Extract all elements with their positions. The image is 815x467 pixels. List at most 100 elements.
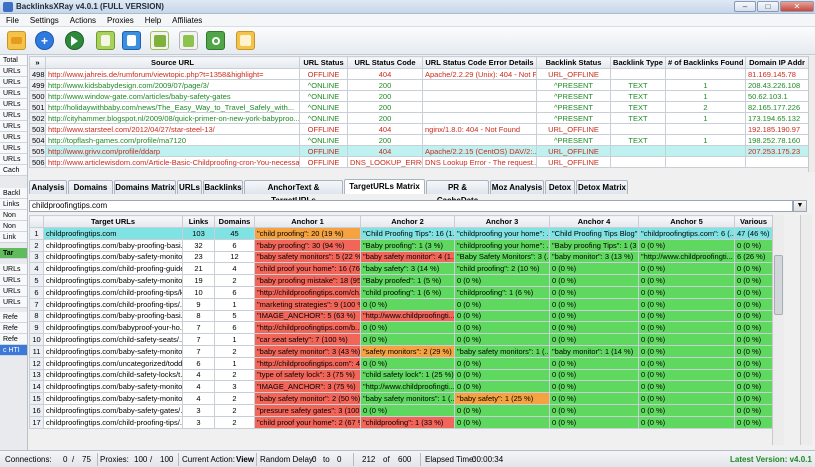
grid-col-header[interactable]: Various <box>734 215 773 228</box>
anchor-2-cell[interactable]: "safety monitors": 2 (29 %) <box>360 344 455 358</box>
menu-actions[interactable]: Actions <box>64 14 101 25</box>
anchor-5-cell[interactable]: 0 (0 %) <box>638 309 735 323</box>
anchor-2-cell[interactable]: "baby safety monitors": 1 (... <box>360 392 455 405</box>
grid-row[interactable]: 13 childproofingtips.com/child-safety-loc… <box>29 368 773 382</box>
tab-domains[interactable]: Domains <box>68 180 113 194</box>
anchor-1-cell[interactable]: "baby safety monitor": 3 (43 %) <box>254 344 361 358</box>
anchor-2-cell[interactable]: 0 (0 %) <box>360 321 455 335</box>
various-cell[interactable]: 47 (46 %) <box>734 227 773 240</box>
anchor-2-cell[interactable]: "Baby proofed": 1 (5 %) <box>360 274 455 287</box>
target-url[interactable]: childproofingtips.com <box>43 227 183 240</box>
various-cell[interactable]: 0 (0 %) <box>734 238 773 252</box>
menu-affiliates[interactable]: Affiliates <box>166 14 207 25</box>
grid-row[interactable]: 2 childproofingtips.com/baby-proofing-bas… <box>29 238 773 252</box>
grid-row[interactable]: 9 childproofingtips.com/babyproof-your-ho… <box>29 321 773 335</box>
various-cell[interactable]: 0 (0 %) <box>734 333 773 346</box>
target-url[interactable]: childproofingtips.com/baby-safety-monito… <box>43 274 183 287</box>
table-row[interactable]: 506 http://www.articlewisdom.com/Article-… <box>29 156 809 168</box>
anchor-4-cell[interactable]: "baby monitor": 3 (13 %) <box>549 250 639 264</box>
various-cell[interactable]: 0 (0 %) <box>734 380 773 394</box>
various-cell[interactable]: 0 (0 %) <box>734 356 773 370</box>
grid-row[interactable]: 6 childproofingtips.com/child-proofing-ti… <box>29 285 773 299</box>
col-header[interactable]: URL Status Code Error Details <box>422 56 537 69</box>
anchor-2-cell[interactable]: "http://www.childproofingti... <box>360 309 455 323</box>
grid-row[interactable]: 4 childproofingtips.com/child-proofing-gu… <box>29 262 773 276</box>
target-url[interactable]: childproofingtips.com/baby-safety-monito… <box>43 344 183 358</box>
anchor-1-cell[interactable]: "child proofing": 20 (19 %) <box>254 227 361 240</box>
document-icon[interactable] <box>236 31 255 50</box>
anchor-2-cell[interactable]: "childproofing": 1 (33 %) <box>360 415 455 429</box>
col-header[interactable]: Backlink Status <box>536 56 611 69</box>
anchor-2-cell[interactable]: "child safety lock": 1 (25 %) <box>360 368 455 382</box>
source-url[interactable]: http://www.grivv.com/profile/ddarp <box>45 145 300 157</box>
anchor-5-cell[interactable]: 0 (0 %) <box>638 321 735 335</box>
anchor-3-cell[interactable]: "Baby Safety Monitors": 3 (... <box>454 250 550 264</box>
anchor-1-cell[interactable]: "pressure safety gates": 3 (100 %) <box>254 403 361 417</box>
anchor-3-cell[interactable]: 0 (0 %) <box>454 297 550 311</box>
anchor-1-cell[interactable]: "baby safety monitor": 2 (50 %) <box>254 392 361 405</box>
anchor-4-cell[interactable]: 0 (0 %) <box>549 403 639 417</box>
search-icon[interactable] <box>206 31 225 50</box>
various-cell[interactable]: 0 (0 %) <box>734 309 773 323</box>
anchor-4-cell[interactable]: 0 (0 %) <box>549 380 639 394</box>
anchor-4-cell[interactable]: 0 (0 %) <box>549 368 639 382</box>
anchor-2-cell[interactable]: "http://www.childproofingti... <box>360 380 455 394</box>
anchor-5-cell[interactable]: "childproofingtips.com": 6 (... <box>638 227 735 240</box>
various-cell[interactable]: 0 (0 %) <box>734 403 773 417</box>
anchor-3-cell[interactable]: 0 (0 %) <box>454 321 550 335</box>
minimize-button[interactable]: – <box>734 1 756 12</box>
anchor-5-cell[interactable]: 0 (0 %) <box>638 368 735 382</box>
grid-row[interactable]: 5 childproofingtips.com/baby-safety-monit… <box>29 274 773 287</box>
various-cell[interactable]: 0 (0 %) <box>734 415 773 429</box>
target-url[interactable]: childproofingtips.com/babyproof-your-ho.… <box>43 321 183 335</box>
source-url[interactable]: http://www.articlewisdom.com/Article-Bas… <box>45 156 300 168</box>
anchor-1-cell[interactable]: "child proof your home": 2 (67 %) <box>254 415 361 429</box>
anchor-3-cell[interactable]: "childproofing your home": ... <box>454 238 550 252</box>
table-row[interactable]: 503 http://www.starsteel.com/2012/04/27/s… <box>29 123 809 135</box>
play-icon[interactable] <box>65 31 84 50</box>
target-url[interactable]: childproofingtips.com/child-proofing-gui… <box>43 262 183 276</box>
target-url[interactable]: childproofingtips.com/baby-safety-monito… <box>43 392 183 405</box>
anchor-3-cell[interactable]: "child proofing": 2 (10 %) <box>454 262 550 276</box>
anchor-1-cell[interactable]: "baby safety monitors": 5 (22 %) <box>254 250 361 264</box>
note-icon[interactable] <box>179 31 198 50</box>
grid-col-header[interactable]: Domains <box>214 215 255 228</box>
col-header[interactable]: Domain IP Addr <box>745 56 809 69</box>
anchor-5-cell[interactable]: 0 (0 %) <box>638 333 735 346</box>
various-cell[interactable]: 0 (0 %) <box>734 274 773 287</box>
grid-col-header[interactable]: Anchor 3 <box>454 215 550 228</box>
col-header[interactable]: Backlink Type <box>610 56 666 69</box>
target-url[interactable]: childproofingtips.com/baby-proofing-basi… <box>43 309 183 323</box>
anchor-4-cell[interactable]: 0 (0 %) <box>549 262 639 276</box>
folder-open-icon[interactable] <box>7 31 26 50</box>
grid-row[interactable]: 3 childproofingtips.com/baby-safety-monit… <box>29 250 773 264</box>
grid-row[interactable]: 12 childproofingtips.com/uncategorized/to… <box>29 356 773 370</box>
anchor-5-cell[interactable]: 0 (0 %) <box>638 262 735 276</box>
col-header[interactable]: URL Status <box>299 56 348 69</box>
anchor-3-cell[interactable]: 0 (0 %) <box>454 403 550 417</box>
various-cell[interactable]: 0 (0 %) <box>734 368 773 382</box>
grid-row[interactable]: 7 childproofingtips.com/child-proofing-ti… <box>29 297 773 311</box>
anchor-1-cell[interactable]: "child proof your home": 16 (76... <box>254 262 361 276</box>
anchor-1-cell[interactable]: "http://childproofingtips.com/ch... <box>254 285 361 299</box>
anchor-5-cell[interactable]: 0 (0 %) <box>638 285 735 299</box>
anchor-1-cell[interactable]: "car seat safety": 7 (100 %) <box>254 333 361 346</box>
anchor-4-cell[interactable]: 0 (0 %) <box>549 297 639 311</box>
grid-col-header[interactable]: Target URLs <box>43 215 183 228</box>
source-url[interactable]: http://cityhammer.blogspot.nl/2009/08/qu… <box>45 112 300 124</box>
anchor-3-cell[interactable]: "baby safety": 1 (25 %) <box>454 392 550 405</box>
tab-detox[interactable]: Detox <box>545 180 575 194</box>
filter-icon[interactable] <box>150 31 169 50</box>
anchor-1-cell[interactable]: "baby proofing": 30 (94 %) <box>254 238 361 252</box>
target-url[interactable]: childproofingtips.com/child-proofing-tip… <box>43 415 183 429</box>
anchor-4-cell[interactable]: 0 (0 %) <box>549 309 639 323</box>
source-url[interactable]: http://www.jahreis.de/rumforum/viewtopic… <box>45 68 300 80</box>
anchor-5-cell[interactable]: 0 (0 %) <box>638 344 735 358</box>
anchor-4-cell[interactable]: 0 (0 %) <box>549 356 639 370</box>
grid-col-header[interactable]: Links <box>182 215 215 228</box>
anchor-3-cell[interactable]: "baby safety monitors": 1 (... <box>454 344 550 358</box>
anchor-3-cell[interactable]: 0 (0 %) <box>454 368 550 382</box>
anchor-2-cell[interactable]: 0 (0 %) <box>360 403 455 417</box>
various-cell[interactable]: 0 (0 %) <box>734 285 773 299</box>
table-row[interactable]: 500 http://www.window-gate.com/articles/b… <box>29 90 809 102</box>
